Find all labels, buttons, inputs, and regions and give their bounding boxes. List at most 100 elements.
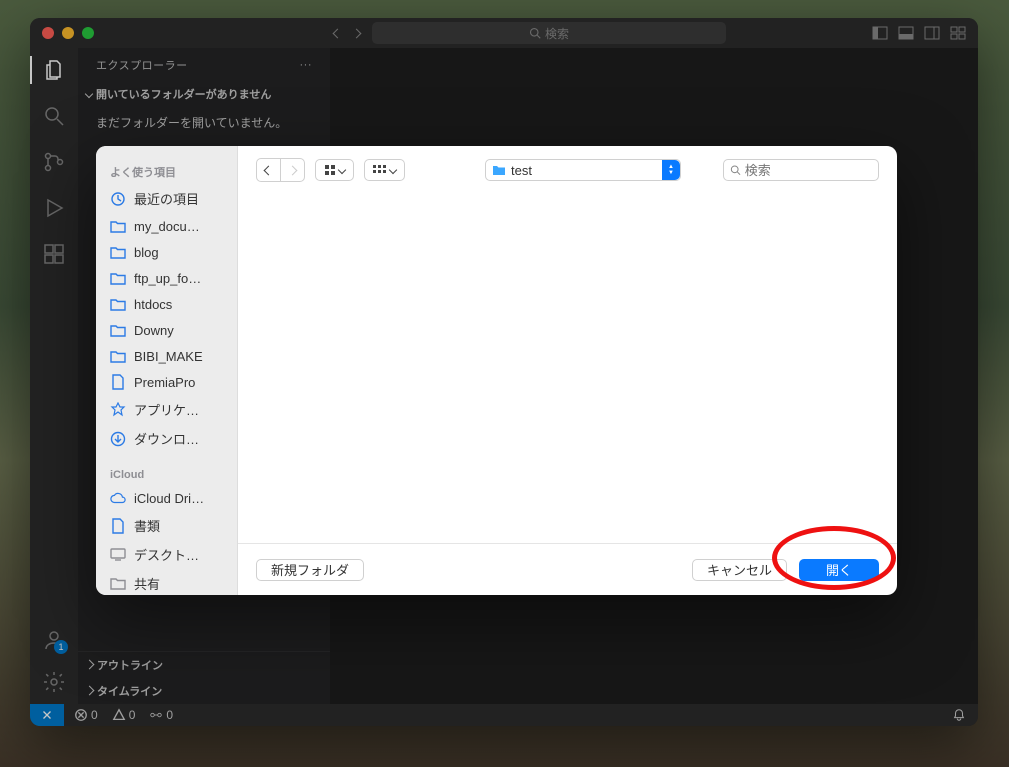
new-folder-button[interactable]: 新規フォルダ (256, 559, 364, 581)
icloud-item[interactable]: 共有 (96, 569, 237, 595)
folder-icon (110, 348, 126, 364)
nav-arrows (334, 24, 360, 42)
favorite-item[interactable]: 最近の項目 (96, 184, 237, 213)
favorite-item[interactable]: my_docu… (96, 213, 237, 239)
favorite-label: htdocs (134, 297, 172, 312)
app-icon (110, 402, 126, 418)
doc-icon (110, 518, 126, 534)
command-search[interactable]: 検索 (372, 22, 726, 44)
outline-section[interactable]: アウトライン (78, 652, 330, 678)
icloud-item[interactable]: 書類 (96, 511, 237, 540)
settings-button[interactable] (42, 670, 66, 694)
minimize-window-button[interactable] (62, 27, 74, 39)
nav-back-button[interactable] (334, 24, 341, 42)
open-button[interactable]: 開く (799, 559, 879, 581)
folder-icon (110, 322, 126, 338)
favorite-label: ftp_up_fo… (134, 271, 201, 286)
current-folder: test (511, 163, 532, 178)
folder-icon (110, 296, 126, 312)
chevron-right-icon (86, 659, 93, 671)
favorite-label: Downy (134, 323, 174, 338)
files-icon (42, 58, 66, 82)
back-button[interactable] (257, 159, 280, 181)
favorite-item[interactable]: PremiaPro (96, 369, 237, 395)
layout-buttons (872, 25, 966, 41)
search-icon (529, 27, 541, 39)
group-button[interactable] (364, 159, 405, 181)
explorer-title: エクスプローラー (96, 57, 188, 73)
cancel-button[interactable]: キャンセル (692, 559, 787, 581)
favorite-label: BIBI_MAKE (134, 349, 203, 364)
icon-view-button[interactable] (315, 159, 354, 181)
explorer-tab[interactable] (42, 58, 66, 82)
path-selector[interactable]: test ▲▼ (485, 159, 681, 181)
shared-icon (110, 576, 126, 592)
dialog-sidebar[interactable]: よく使う項目 最近の項目 my_docu…blog ftp_up_fo…htdocs… (96, 146, 238, 595)
account-badge: 1 (54, 640, 68, 654)
icloud-item[interactable]: iCloud Dri… (96, 485, 237, 511)
remote-button[interactable] (30, 704, 64, 726)
icloud-item[interactable]: デスクト… (96, 540, 237, 569)
status-problems[interactable]: 0 0 0 (74, 708, 173, 722)
customize-layout-icon[interactable] (950, 25, 966, 41)
toggle-primary-sidebar-icon[interactable] (872, 25, 888, 41)
play-icon (42, 196, 66, 220)
favorites-header: よく使う項目 (96, 160, 237, 184)
favorite-label: ダウンロ… (134, 429, 199, 448)
accounts-button[interactable]: 1 (42, 628, 66, 652)
path-arrows-icon: ▲▼ (662, 160, 680, 180)
timeline-label: タイムライン (97, 683, 162, 699)
dialog-main: test ▲▼ 新規フォルダ キャンセル 開く (238, 146, 897, 595)
error-count: 0 (91, 708, 98, 722)
source-control-tab[interactable] (42, 150, 66, 174)
desktop-icon (110, 547, 126, 563)
download-icon (110, 431, 126, 447)
favorite-label: アプリケ… (134, 400, 199, 419)
title-bar: 検索 (30, 18, 978, 48)
favorite-item[interactable]: BIBI_MAKE (96, 343, 237, 369)
git-icon (42, 150, 66, 174)
dialog-content[interactable] (238, 194, 897, 543)
favorite-label: 最近の項目 (134, 189, 199, 208)
dialog-search[interactable] (723, 159, 879, 181)
ports-icon (149, 708, 163, 722)
favorite-label: blog (134, 245, 159, 260)
favorite-item[interactable]: ftp_up_fo… (96, 265, 237, 291)
nav-forward-button[interactable] (353, 24, 360, 42)
explorer-header: エクスプローラー ··· (78, 48, 330, 82)
extensions-tab[interactable] (42, 242, 66, 266)
forward-button[interactable] (280, 159, 304, 181)
bell-icon (952, 708, 966, 722)
search-placeholder: 検索 (545, 25, 569, 42)
explorer-more-icon[interactable]: ··· (300, 59, 313, 71)
folder-icon (492, 164, 506, 176)
toggle-secondary-sidebar-icon[interactable] (924, 25, 940, 41)
search-tab[interactable] (42, 104, 66, 128)
close-window-button[interactable] (42, 27, 54, 39)
notifications-button[interactable] (952, 708, 966, 722)
icloud-header: iCloud (96, 465, 237, 485)
no-folder-label: 開いているフォルダーがありません (96, 86, 271, 102)
timeline-section[interactable]: タイムライン (78, 678, 330, 704)
explorer-body: まだフォルダーを開いていません。 (78, 106, 330, 139)
explorer-bottom: アウトライン タイムライン (78, 651, 330, 704)
toggle-panel-icon[interactable] (898, 25, 914, 41)
open-folder-dialog: よく使う項目 最近の項目 my_docu…blog ftp_up_fo…htdocs… (96, 146, 897, 595)
search-icon (730, 164, 741, 176)
remote-icon (40, 708, 54, 722)
favorite-item[interactable]: ダウンロ… (96, 424, 237, 453)
status-bar: 0 0 0 (30, 704, 978, 726)
icloud-label: iCloud Dri… (134, 491, 204, 506)
dialog-search-input[interactable] (745, 163, 872, 178)
favorite-item[interactable]: Downy (96, 317, 237, 343)
dialog-footer: 新規フォルダ キャンセル 開く (238, 543, 897, 595)
run-debug-tab[interactable] (42, 196, 66, 220)
favorite-item[interactable]: アプリケ… (96, 395, 237, 424)
favorite-item[interactable]: htdocs (96, 291, 237, 317)
dialog-toolbar: test ▲▼ (238, 146, 897, 194)
activity-bar: 1 (30, 48, 78, 704)
gear-icon (42, 670, 66, 694)
zoom-window-button[interactable] (82, 27, 94, 39)
favorite-item[interactable]: blog (96, 239, 237, 265)
no-folder-section[interactable]: 開いているフォルダーがありません (78, 82, 330, 106)
